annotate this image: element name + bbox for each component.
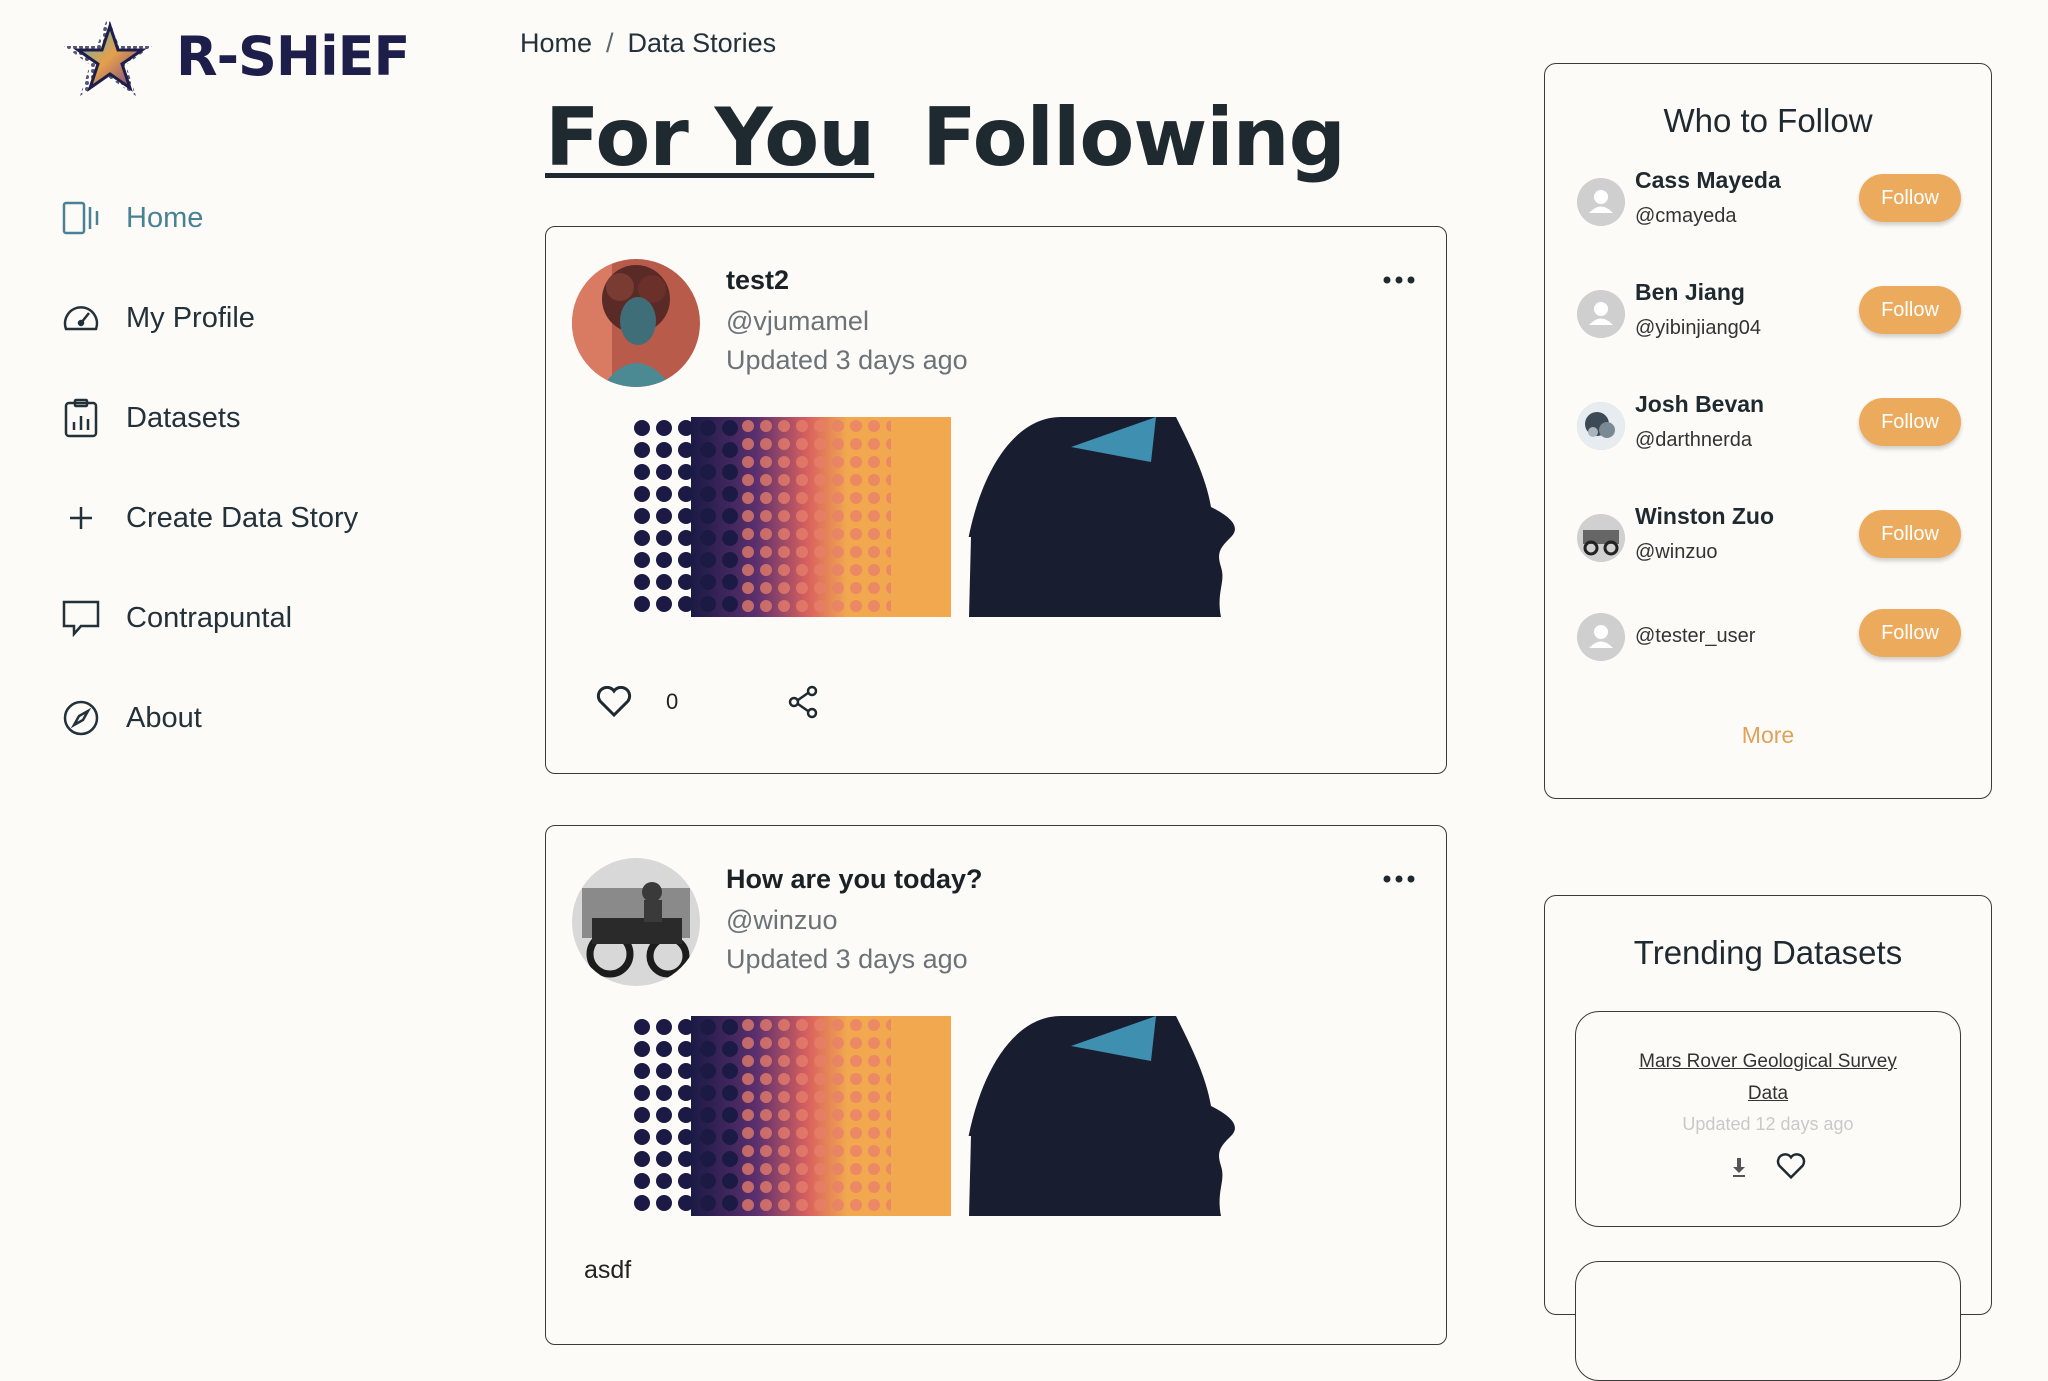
follow-button[interactable]: Follow xyxy=(1859,510,1961,558)
post-body-text: asdf xyxy=(584,1256,632,1284)
follow-user-name[interactable]: Ben Jiang xyxy=(1635,279,1745,306)
breadcrumb-current: Data Stories xyxy=(627,28,777,58)
trending-datasets-title: Trending Datasets xyxy=(1633,934,1903,971)
post-title[interactable]: test2 xyxy=(726,265,789,296)
compass-icon xyxy=(60,697,102,739)
breadcrumb-home[interactable]: Home xyxy=(520,28,592,58)
default-user-icon[interactable] xyxy=(1577,290,1625,338)
tab-following[interactable]: Following xyxy=(922,98,1346,178)
follow-user-name[interactable]: Cass Mayeda xyxy=(1635,167,1781,194)
follow-user-handle: @darthnerda xyxy=(1635,429,1753,451)
more-options-icon[interactable] xyxy=(1382,273,1416,287)
follow-suggestion: Ben Jiang @yibinjiang04 Follow xyxy=(1577,279,1961,345)
like-count: 0 xyxy=(666,689,679,714)
dataset-actions xyxy=(1576,1153,1960,1180)
post-updated: Updated 3 days ago xyxy=(726,944,968,974)
dataset-card[interactable] xyxy=(1575,1261,1961,1381)
download-icon[interactable] xyxy=(1730,1156,1748,1178)
dataset-card[interactable]: Mars Rover Geological Survey Data Update… xyxy=(1575,1011,1961,1227)
dataset-name-link[interactable]: Mars Rover Geological Survey Data xyxy=(1618,1046,1918,1110)
breadcrumb-separator: / xyxy=(606,28,614,58)
post-author-handle[interactable]: @vjumamel xyxy=(726,306,869,337)
sidebar-item-about[interactable]: About xyxy=(60,668,358,768)
follow-user-handle[interactable]: @tester_user xyxy=(1635,625,1755,648)
follow-suggestion: Cass Mayeda @cmayeda Follow xyxy=(1577,167,1961,233)
follow-button[interactable]: Follow xyxy=(1859,174,1961,222)
follow-suggestion: Josh Bevan @darthnerda Follow xyxy=(1577,391,1961,457)
sidebar-item-label: Create Data Story xyxy=(126,501,359,534)
clipboard-chart-icon xyxy=(60,397,102,439)
sidebar-item-my-profile[interactable]: My Profile xyxy=(60,268,358,368)
avatar[interactable] xyxy=(572,259,700,387)
sidebar-item-datasets[interactable]: Datasets xyxy=(60,368,358,468)
sidebar-item-label: My Profile xyxy=(126,301,255,334)
more-link[interactable]: More xyxy=(1545,722,1991,749)
post-actions: 0 xyxy=(596,685,820,719)
story-banner-image[interactable] xyxy=(631,417,1271,617)
speech-bubble-icon xyxy=(60,597,102,639)
avatar[interactable] xyxy=(1577,402,1625,450)
default-user-icon[interactable] xyxy=(1577,178,1625,226)
who-to-follow-title: Who to Follow xyxy=(1663,102,1873,139)
tab-for-you[interactable]: For You xyxy=(545,98,875,178)
post-card[interactable]: test2 @vjumamel Updated 3 days ago 0 xyxy=(545,226,1447,774)
follow-button[interactable]: Follow xyxy=(1859,286,1961,334)
follow-user-name[interactable]: Josh Bevan xyxy=(1635,391,1764,418)
dataset-updated: Updated 12 days ago xyxy=(1682,1114,1854,1134)
share-icon[interactable] xyxy=(786,685,820,719)
plus-icon xyxy=(60,497,102,539)
post-card[interactable]: How are you today? @winzuo Updated 3 day… xyxy=(545,825,1447,1345)
breadcrumb: Home / Data Stories xyxy=(520,28,776,59)
heart-icon[interactable] xyxy=(1776,1153,1806,1180)
post-title[interactable]: How are you today? xyxy=(726,864,983,895)
post-author-handle[interactable]: @winzuo xyxy=(726,905,837,936)
sidebar-item-label: Home xyxy=(126,201,204,234)
avatar[interactable] xyxy=(1577,514,1625,562)
trending-datasets-panel: Trending Datasets Mars Rover Geological … xyxy=(1544,895,1992,1381)
gauge-icon xyxy=(60,297,102,339)
follow-button[interactable]: Follow xyxy=(1859,609,1961,657)
who-to-follow-panel: Who to Follow Cass Mayeda @cmayeda Follo… xyxy=(1544,63,1992,799)
story-banner-image[interactable] xyxy=(631,1016,1271,1216)
sidebar-item-label: About xyxy=(126,701,202,734)
sidebar-item-home[interactable]: Home xyxy=(60,168,358,268)
brand-name: R-SHiEF xyxy=(176,24,410,88)
post-updated: Updated 3 days ago xyxy=(726,345,968,375)
sidebar-nav: Home My Profile Datasets Create Data Sto… xyxy=(60,168,358,768)
sidebar-item-create-data-story[interactable]: Create Data Story xyxy=(60,468,358,568)
follow-user-name[interactable]: Winston Zuo xyxy=(1635,503,1774,530)
follow-suggestion: @tester_user Follow xyxy=(1577,604,1961,668)
follow-suggestion: Winston Zuo @winzuo Follow xyxy=(1577,503,1961,569)
sidebar-item-contrapuntal[interactable]: Contrapuntal xyxy=(60,568,358,668)
avatar[interactable] xyxy=(572,858,700,986)
sidebar-item-label: Datasets xyxy=(126,401,241,434)
follow-button[interactable]: Follow xyxy=(1859,398,1961,446)
follow-user-handle: @cmayeda xyxy=(1635,205,1737,227)
heart-icon[interactable] xyxy=(596,686,632,718)
home-icon xyxy=(60,197,102,239)
star-logo-icon xyxy=(64,16,152,96)
sidebar-item-label: Contrapuntal xyxy=(126,601,293,634)
follow-user-handle: @winzuo xyxy=(1635,541,1718,563)
follow-user-handle: @yibinjiang04 xyxy=(1635,317,1761,339)
feed-tabs: For You Following xyxy=(545,98,1346,178)
more-options-icon[interactable] xyxy=(1382,872,1416,886)
brand-logo[interactable]: R-SHiEF xyxy=(60,14,410,98)
default-user-icon[interactable] xyxy=(1577,613,1625,661)
